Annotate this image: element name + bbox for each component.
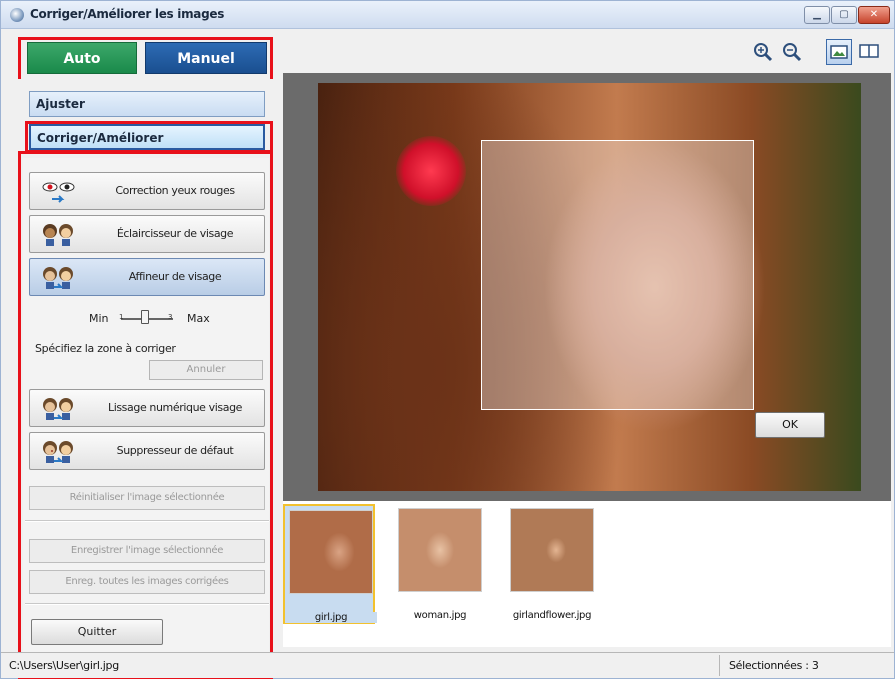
thumbnail-item[interactable]: girlandflower.jpg	[506, 504, 598, 624]
left-panel: Auto Manuel Ajuster Corriger/Améliorer C…	[1, 30, 281, 679]
status-divider	[719, 655, 720, 676]
thumbnail-image	[289, 510, 373, 594]
highlight-frame-tools	[18, 151, 273, 679]
highlight-frame-tabs	[18, 37, 273, 79]
title-bar: Corriger/Améliorer les images ▁ ▢ ✕	[1, 1, 894, 29]
thumbnail-item[interactable]: girl.jpg	[283, 504, 377, 624]
maximize-icon: ▢	[839, 9, 849, 20]
thumbnail-name: girlandflower.jpg	[512, 610, 592, 621]
close-button[interactable]: ✕	[858, 6, 890, 24]
adjust-section-button[interactable]: Ajuster	[29, 91, 265, 117]
thumbnail-name: woman.jpg	[413, 610, 467, 621]
status-bar: C:\Users\User\girl.jpg Sélectionnées : 3	[1, 652, 894, 678]
thumbnail-item[interactable]: woman.jpg	[394, 504, 486, 624]
thumbnail-image	[510, 508, 594, 592]
status-file-path: C:\Users\User\girl.jpg	[9, 659, 119, 672]
ok-button[interactable]: OK	[755, 412, 825, 438]
minimize-button[interactable]: ▁	[804, 6, 830, 24]
thumbnail-name: girl.jpg	[285, 612, 377, 623]
view-toolbar	[281, 30, 894, 72]
app-window: Corriger/Améliorer les images ▁ ▢ ✕ Auto…	[0, 0, 895, 679]
highlight-frame-correct	[25, 121, 273, 153]
zoom-out-icon[interactable]	[781, 41, 803, 63]
preview-flower	[396, 136, 466, 206]
maximize-button[interactable]: ▢	[831, 6, 857, 24]
app-icon	[10, 8, 24, 22]
window-title: Corriger/Améliorer les images	[30, 7, 225, 21]
minimize-icon: ▁	[813, 9, 821, 20]
thumbnail-image	[398, 508, 482, 592]
view-compare-icon[interactable]	[856, 39, 882, 65]
selection-rectangle[interactable]	[481, 140, 754, 410]
close-icon: ✕	[869, 9, 879, 20]
view-single-icon[interactable]	[826, 39, 852, 65]
zoom-in-icon[interactable]	[752, 41, 774, 63]
status-selected-count: Sélectionnées : 3	[729, 659, 819, 672]
